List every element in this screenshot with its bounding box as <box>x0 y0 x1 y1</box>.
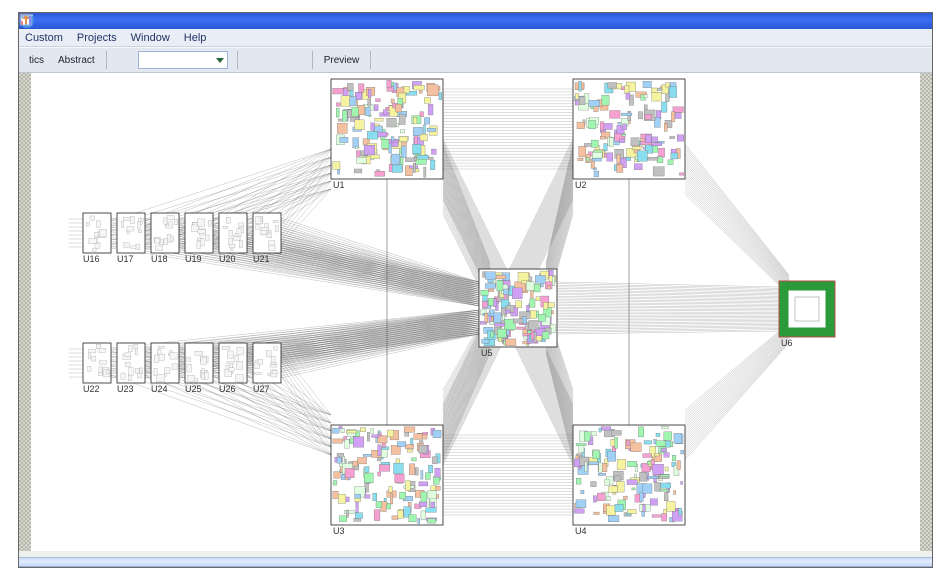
rail-right <box>920 73 932 551</box>
rail-left <box>19 73 31 551</box>
menu-custom[interactable]: Custom <box>25 32 63 44</box>
label-u2: U2 <box>575 180 587 190</box>
toolbar-tics-trunc[interactable]: tics <box>23 50 50 70</box>
menu-help[interactable]: Help <box>184 32 207 44</box>
abstract-button[interactable]: Abstract <box>52 50 101 70</box>
menu-window[interactable]: Window <box>131 32 170 44</box>
label-u1: U1 <box>333 180 345 190</box>
component-icon[interactable] <box>287 50 307 70</box>
separator <box>312 51 313 69</box>
label-u4: U4 <box>575 526 587 536</box>
window-c-icon[interactable] <box>442 50 462 70</box>
layers-icon[interactable] <box>265 50 285 70</box>
label-u20: U20 <box>219 254 236 264</box>
label-u5: U5 <box>481 348 493 358</box>
window-b-icon[interactable] <box>420 50 440 70</box>
separator <box>237 51 238 69</box>
layer-dropdown[interactable] <box>138 51 228 69</box>
window-a-icon[interactable] <box>398 50 418 70</box>
status-strip <box>19 557 932 567</box>
window-titlebar[interactable]: d] <box>19 13 932 29</box>
chart-icon[interactable] <box>464 50 484 70</box>
label-u21: U21 <box>253 254 270 264</box>
help-icon[interactable]: ? <box>376 50 396 70</box>
label-u17: U17 <box>117 254 134 264</box>
label-u25: U25 <box>185 384 202 394</box>
viewport: U1 U2 U3 U4 U5 U6 U16 U17 U18 U19 U20 U21 U22 U23 U24 U… <box>19 73 932 551</box>
separator <box>370 51 371 69</box>
menu-bar: Custom Projects Window Help <box>19 29 932 47</box>
preview-button[interactable]: Preview <box>318 50 366 70</box>
label-u16: U16 <box>83 254 100 264</box>
label-u24: U24 <box>151 384 168 394</box>
label-u6: U6 <box>781 338 793 348</box>
footer <box>19 549 932 567</box>
label-u18: U18 <box>151 254 168 264</box>
label-u26: U26 <box>219 384 236 394</box>
label-u3: U3 <box>333 526 345 536</box>
label-u27: U27 <box>253 384 270 394</box>
toolbar: tics Abstract Preview ? <box>19 47 932 73</box>
grid-icon[interactable] <box>243 50 263 70</box>
label-u19: U19 <box>185 254 202 264</box>
label-u22: U22 <box>83 384 100 394</box>
app-window: d] Custom Projects Window Help tics Abst… <box>18 12 933 568</box>
export-icon[interactable] <box>486 50 506 70</box>
menu-projects[interactable]: Projects <box>77 32 117 44</box>
label-u23: U23 <box>117 384 134 394</box>
zoom-icon[interactable] <box>112 50 132 70</box>
schematic-canvas[interactable]: U1 U2 U3 U4 U5 U6 U16 U17 U18 U19 U20 U21 U22 U23 U24 U… <box>31 73 920 551</box>
separator <box>106 51 107 69</box>
